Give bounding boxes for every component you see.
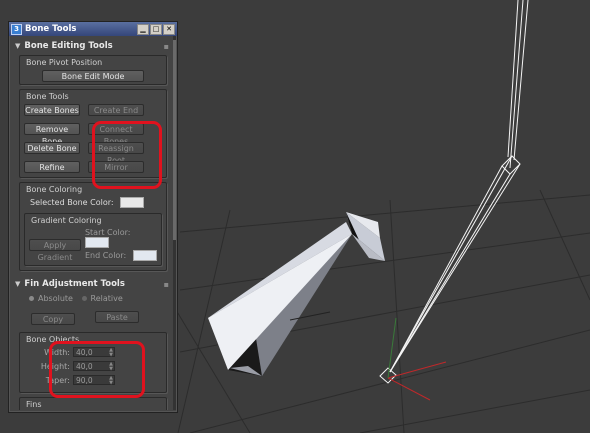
group-title: Gradient Coloring <box>31 216 102 225</box>
apply-gradient-button[interactable]: Apply Gradient <box>29 238 81 262</box>
absolute-label: Absolute <box>38 294 73 303</box>
refine-button[interactable]: Refine <box>24 161 80 173</box>
selected-bone-color-swatch[interactable] <box>120 197 145 208</box>
radio-dot-icon <box>81 296 87 301</box>
rollout-title: Bone Editing Tools <box>24 41 113 51</box>
copy-button[interactable]: Copy <box>31 313 75 325</box>
start-color-swatch[interactable] <box>84 237 109 248</box>
create-bones-button[interactable]: Create Bones <box>24 104 80 116</box>
bone-coloring-group: Bone Coloring Selected Bone Color: Gradi… <box>19 182 167 271</box>
title-bar[interactable]: 3 Bone Tools ▁ □ ✕ <box>9 22 177 36</box>
close-button[interactable]: ✕ <box>163 23 175 35</box>
app-icon: 3 <box>11 23 22 35</box>
scroll-thumb[interactable] <box>173 40 176 240</box>
bone-edit-mode-button[interactable]: Bone Edit Mode <box>42 70 144 82</box>
rollout-bone-editing-tools[interactable]: ▼ Bone Editing Tools ▪ <box>15 39 169 53</box>
rollout-title: Fin Adjustment Tools <box>24 279 125 289</box>
bone-pivot-position-group: Bone Pivot Position Bone Edit Mode <box>19 55 167 85</box>
collapse-triangle-icon: ▼ <box>15 42 21 50</box>
minimize-button[interactable]: ▁ <box>137 23 149 35</box>
end-color-swatch[interactable] <box>132 250 157 261</box>
gradient-coloring-group: Gradient Coloring Apply Gradient Start C… <box>24 213 162 266</box>
bone-object-solid[interactable] <box>208 212 385 376</box>
collapse-triangle-icon: ▼ <box>15 280 21 288</box>
highlight-bone-object-spinners <box>49 341 145 398</box>
relative-label: Relative <box>90 294 123 303</box>
panel-scrollbar[interactable] <box>173 36 176 410</box>
delete-bone-button[interactable]: Delete Bone <box>24 142 80 154</box>
end-color-label: End Color: <box>84 251 127 260</box>
rollout-drag-dot-icon: ▪ <box>163 279 169 289</box>
selected-bone-color-label: Selected Bone Color: <box>30 198 114 207</box>
create-end-button[interactable]: Create End <box>88 104 144 116</box>
absolute-radio[interactable]: Absolute <box>29 294 73 303</box>
relative-radio[interactable]: Relative <box>81 294 123 303</box>
group-title: Bone Tools <box>26 92 69 101</box>
rollout-fin-adjustment-tools[interactable]: ▼ Fin Adjustment Tools ▪ <box>15 277 169 291</box>
paste-button[interactable]: Paste <box>95 311 139 323</box>
highlight-disabled-buttons <box>92 121 162 189</box>
start-color-label: Start Color: <box>84 228 131 237</box>
maximize-button[interactable]: □ <box>150 23 162 35</box>
group-title: Bone Pivot Position <box>26 58 103 67</box>
window-title: Bone Tools <box>25 24 77 34</box>
bone-wireframe-chain[interactable] <box>379 0 529 384</box>
fins-group: Fins <box>19 397 167 410</box>
remove-bone-button[interactable]: Remove Bone <box>24 123 80 146</box>
group-title: Fins <box>26 400 42 409</box>
radio-dot-icon <box>29 296 34 301</box>
rollout-drag-dot-icon: ▪ <box>163 41 169 51</box>
